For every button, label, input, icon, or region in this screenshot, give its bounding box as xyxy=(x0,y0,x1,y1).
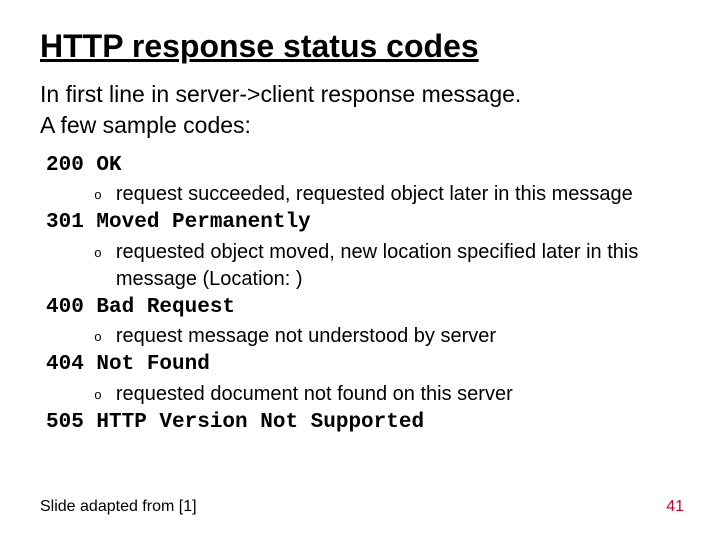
status-desc-text: requested object moved, new location spe… xyxy=(116,239,680,293)
slide: HTTP response status codes In first line… xyxy=(0,0,720,540)
status-desc-text: request message not understood by server xyxy=(116,323,680,350)
status-desc-text: requested document not found on this ser… xyxy=(116,381,680,408)
slide-title: HTTP response status codes xyxy=(40,28,680,65)
status-desc-404: o requested document not found on this s… xyxy=(94,381,680,408)
bullet-icon: o xyxy=(94,329,102,347)
status-desc-301: o requested object moved, new location s… xyxy=(94,239,680,293)
status-code-400: 400 Bad Request xyxy=(46,293,680,323)
slide-number: 41 xyxy=(666,498,684,516)
status-code-404: 404 Not Found xyxy=(46,350,680,380)
status-desc-200: o request succeeded, requested object la… xyxy=(94,181,680,208)
status-code-list: 200 OK o request succeeded, requested ob… xyxy=(46,151,680,438)
intro-text: In first line in server->client response… xyxy=(40,79,680,141)
status-code-301: 301 Moved Permanently xyxy=(46,208,680,238)
footer-attribution: Slide adapted from [1] xyxy=(40,498,197,516)
status-code-200: 200 OK xyxy=(46,151,680,181)
status-desc-text: request succeeded, requested object late… xyxy=(116,181,680,208)
bullet-icon: o xyxy=(94,387,102,405)
bullet-icon: o xyxy=(94,245,102,263)
intro-line-2: A few sample codes: xyxy=(40,110,680,141)
bullet-icon: o xyxy=(94,187,102,205)
intro-line-1: In first line in server->client response… xyxy=(40,79,680,110)
status-code-505: 505 HTTP Version Not Supported xyxy=(46,408,680,438)
status-desc-400: o request message not understood by serv… xyxy=(94,323,680,350)
